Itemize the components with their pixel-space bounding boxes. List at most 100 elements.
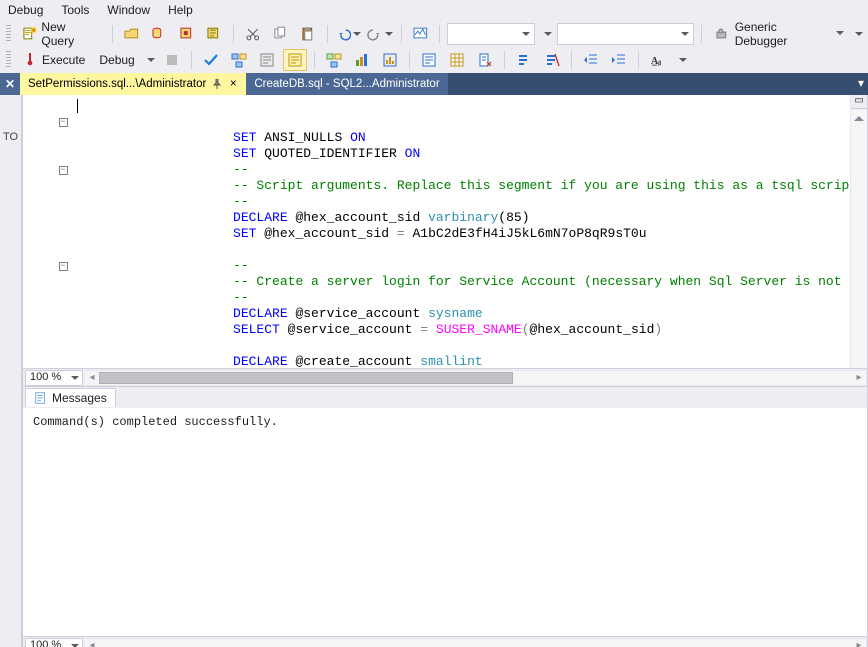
database-engine-query-button[interactable] (147, 23, 171, 45)
debug-button[interactable]: Debug (94, 49, 139, 71)
pin-icon[interactable] (212, 79, 222, 89)
outline-margin[interactable]: − − − (51, 95, 75, 368)
messages-pane: Messages Command(s) completed successful… (22, 387, 868, 647)
side-panel-collapsed[interactable]: TO (0, 95, 22, 647)
messages-icon (34, 391, 48, 405)
toolbar-grip[interactable] (6, 51, 11, 69)
scroll-track[interactable] (99, 639, 852, 647)
hidden-tabs-left[interactable]: ✕ (0, 73, 20, 95)
mdx-query-button[interactable] (175, 23, 199, 45)
execute-button[interactable]: Execute (17, 49, 90, 71)
redo-icon (367, 26, 383, 42)
text-caret (77, 99, 78, 113)
menu-help[interactable]: Help (168, 3, 193, 17)
document-tabs: ✕ SetPermissions.sql...\Administrator × … (0, 73, 868, 95)
execute-label: Execute (42, 53, 85, 67)
decrease-indent-button[interactable] (579, 49, 603, 71)
scroll-right-icon[interactable]: ▸ (852, 372, 866, 383)
results-file-icon (477, 52, 493, 68)
check-icon (203, 52, 219, 68)
menu-tools[interactable]: Tools (61, 3, 89, 17)
activity-monitor-button[interactable] (409, 23, 433, 45)
results-tabs: Messages (23, 387, 867, 409)
copy-icon (272, 26, 288, 42)
solution-platform-dropdown[interactable] (557, 23, 694, 45)
editor-zoom-dropdown[interactable]: 100 % (25, 370, 83, 386)
menu-debug[interactable]: Debug (8, 3, 43, 17)
clipboard-icon (300, 26, 316, 42)
new-query-button[interactable]: New Query (17, 23, 105, 45)
scroll-right-icon[interactable]: ▸ (852, 640, 866, 647)
toolbar-separator (233, 25, 234, 43)
cancel-query-button[interactable] (160, 49, 184, 71)
activity-icon (413, 26, 429, 42)
scroll-up-icon[interactable] (854, 111, 864, 121)
new-query-icon (22, 26, 38, 42)
toolbar-sql-overflow[interactable] (674, 49, 688, 71)
cut-button[interactable] (241, 23, 265, 45)
menu-window[interactable]: Window (107, 3, 150, 17)
stop-icon (164, 52, 180, 68)
parse-button[interactable] (199, 49, 223, 71)
query-options-button[interactable] (255, 49, 279, 71)
undo-button[interactable] (335, 23, 363, 45)
workspace: TO − − − . SET ANSI_NULLS ON SET QUOT (0, 95, 868, 647)
messages-horizontal-scrollbar[interactable]: ◂ ▸ (85, 638, 867, 647)
split-handle[interactable]: ▭ (851, 95, 867, 109)
messages-output[interactable]: Command(s) completed successfully. (23, 409, 867, 636)
toolbar-separator (191, 51, 192, 69)
tab-close-button[interactable]: × (228, 78, 238, 91)
tab-list-dropdown[interactable]: ▾ (858, 76, 864, 90)
toolbar-separator (504, 51, 505, 69)
outdent-icon (583, 52, 599, 68)
messages-text: Command(s) completed successfully. (33, 415, 278, 429)
estimated-plan-button[interactable] (227, 49, 251, 71)
client-stats-button[interactable] (350, 49, 374, 71)
folder-open-icon (124, 26, 140, 42)
specify-values-button[interactable]: A̲ᵦ (646, 49, 670, 71)
toolbar-separator (314, 51, 315, 69)
debugger-dropdown[interactable]: Generic Debugger (709, 23, 846, 45)
toolbar-main: New Query Generic Debugger (0, 21, 868, 47)
scroll-left-icon[interactable]: ◂ (85, 640, 99, 647)
debug-dropdown[interactable] (144, 49, 156, 71)
undo-icon (336, 26, 352, 42)
scroll-left-icon[interactable]: ◂ (85, 372, 99, 383)
comment-icon (516, 52, 532, 68)
copy-button[interactable] (268, 23, 292, 45)
toolbar-overflow[interactable] (850, 23, 864, 45)
solution-config-dropdown[interactable] (447, 23, 535, 45)
editor-vertical-scrollbar[interactable]: ▭ (850, 95, 867, 368)
increase-indent-button[interactable] (607, 49, 631, 71)
live-stats-icon (382, 52, 398, 68)
comment-button[interactable] (512, 49, 536, 71)
scroll-track[interactable] (99, 371, 852, 385)
toolbar-grip[interactable] (6, 25, 11, 43)
actual-plan-button[interactable] (322, 49, 346, 71)
editor-horizontal-scrollbar[interactable]: ◂ ▸ (85, 370, 867, 386)
tab-createdb[interactable]: CreateDB.sql - SQL2...Administrator (246, 73, 447, 95)
results-to-grid-button[interactable] (445, 49, 469, 71)
toolbar-separator (409, 51, 410, 69)
intellisense-button[interactable] (283, 49, 307, 71)
main-area: − − − . SET ANSI_NULLS ON SET QUOTED_IDE… (22, 95, 868, 647)
solution-config-more[interactable] (539, 23, 553, 45)
margin-indicator (23, 95, 51, 368)
editor-footer: 100 % ◂ ▸ (23, 368, 867, 386)
results-grid-icon (449, 52, 465, 68)
code-editor[interactable]: . SET ANSI_NULLS ON SET QUOTED_IDENTIFIE… (75, 95, 867, 368)
toolbar-separator (327, 25, 328, 43)
messages-tab[interactable]: Messages (25, 388, 116, 407)
results-to-text-button[interactable] (417, 49, 441, 71)
paste-button[interactable] (296, 23, 320, 45)
scroll-thumb[interactable] (99, 372, 513, 384)
redo-button[interactable] (366, 23, 394, 45)
results-to-file-button[interactable] (473, 49, 497, 71)
live-stats-button[interactable] (378, 49, 402, 71)
uncomment-button[interactable] (540, 49, 564, 71)
open-file-button[interactable] (120, 23, 144, 45)
xmla-query-button[interactable] (202, 23, 226, 45)
execute-icon (22, 52, 38, 68)
messages-zoom-dropdown[interactable]: 100 % (25, 638, 83, 647)
tab-setpermissions[interactable]: SetPermissions.sql...\Administrator × (20, 73, 246, 95)
